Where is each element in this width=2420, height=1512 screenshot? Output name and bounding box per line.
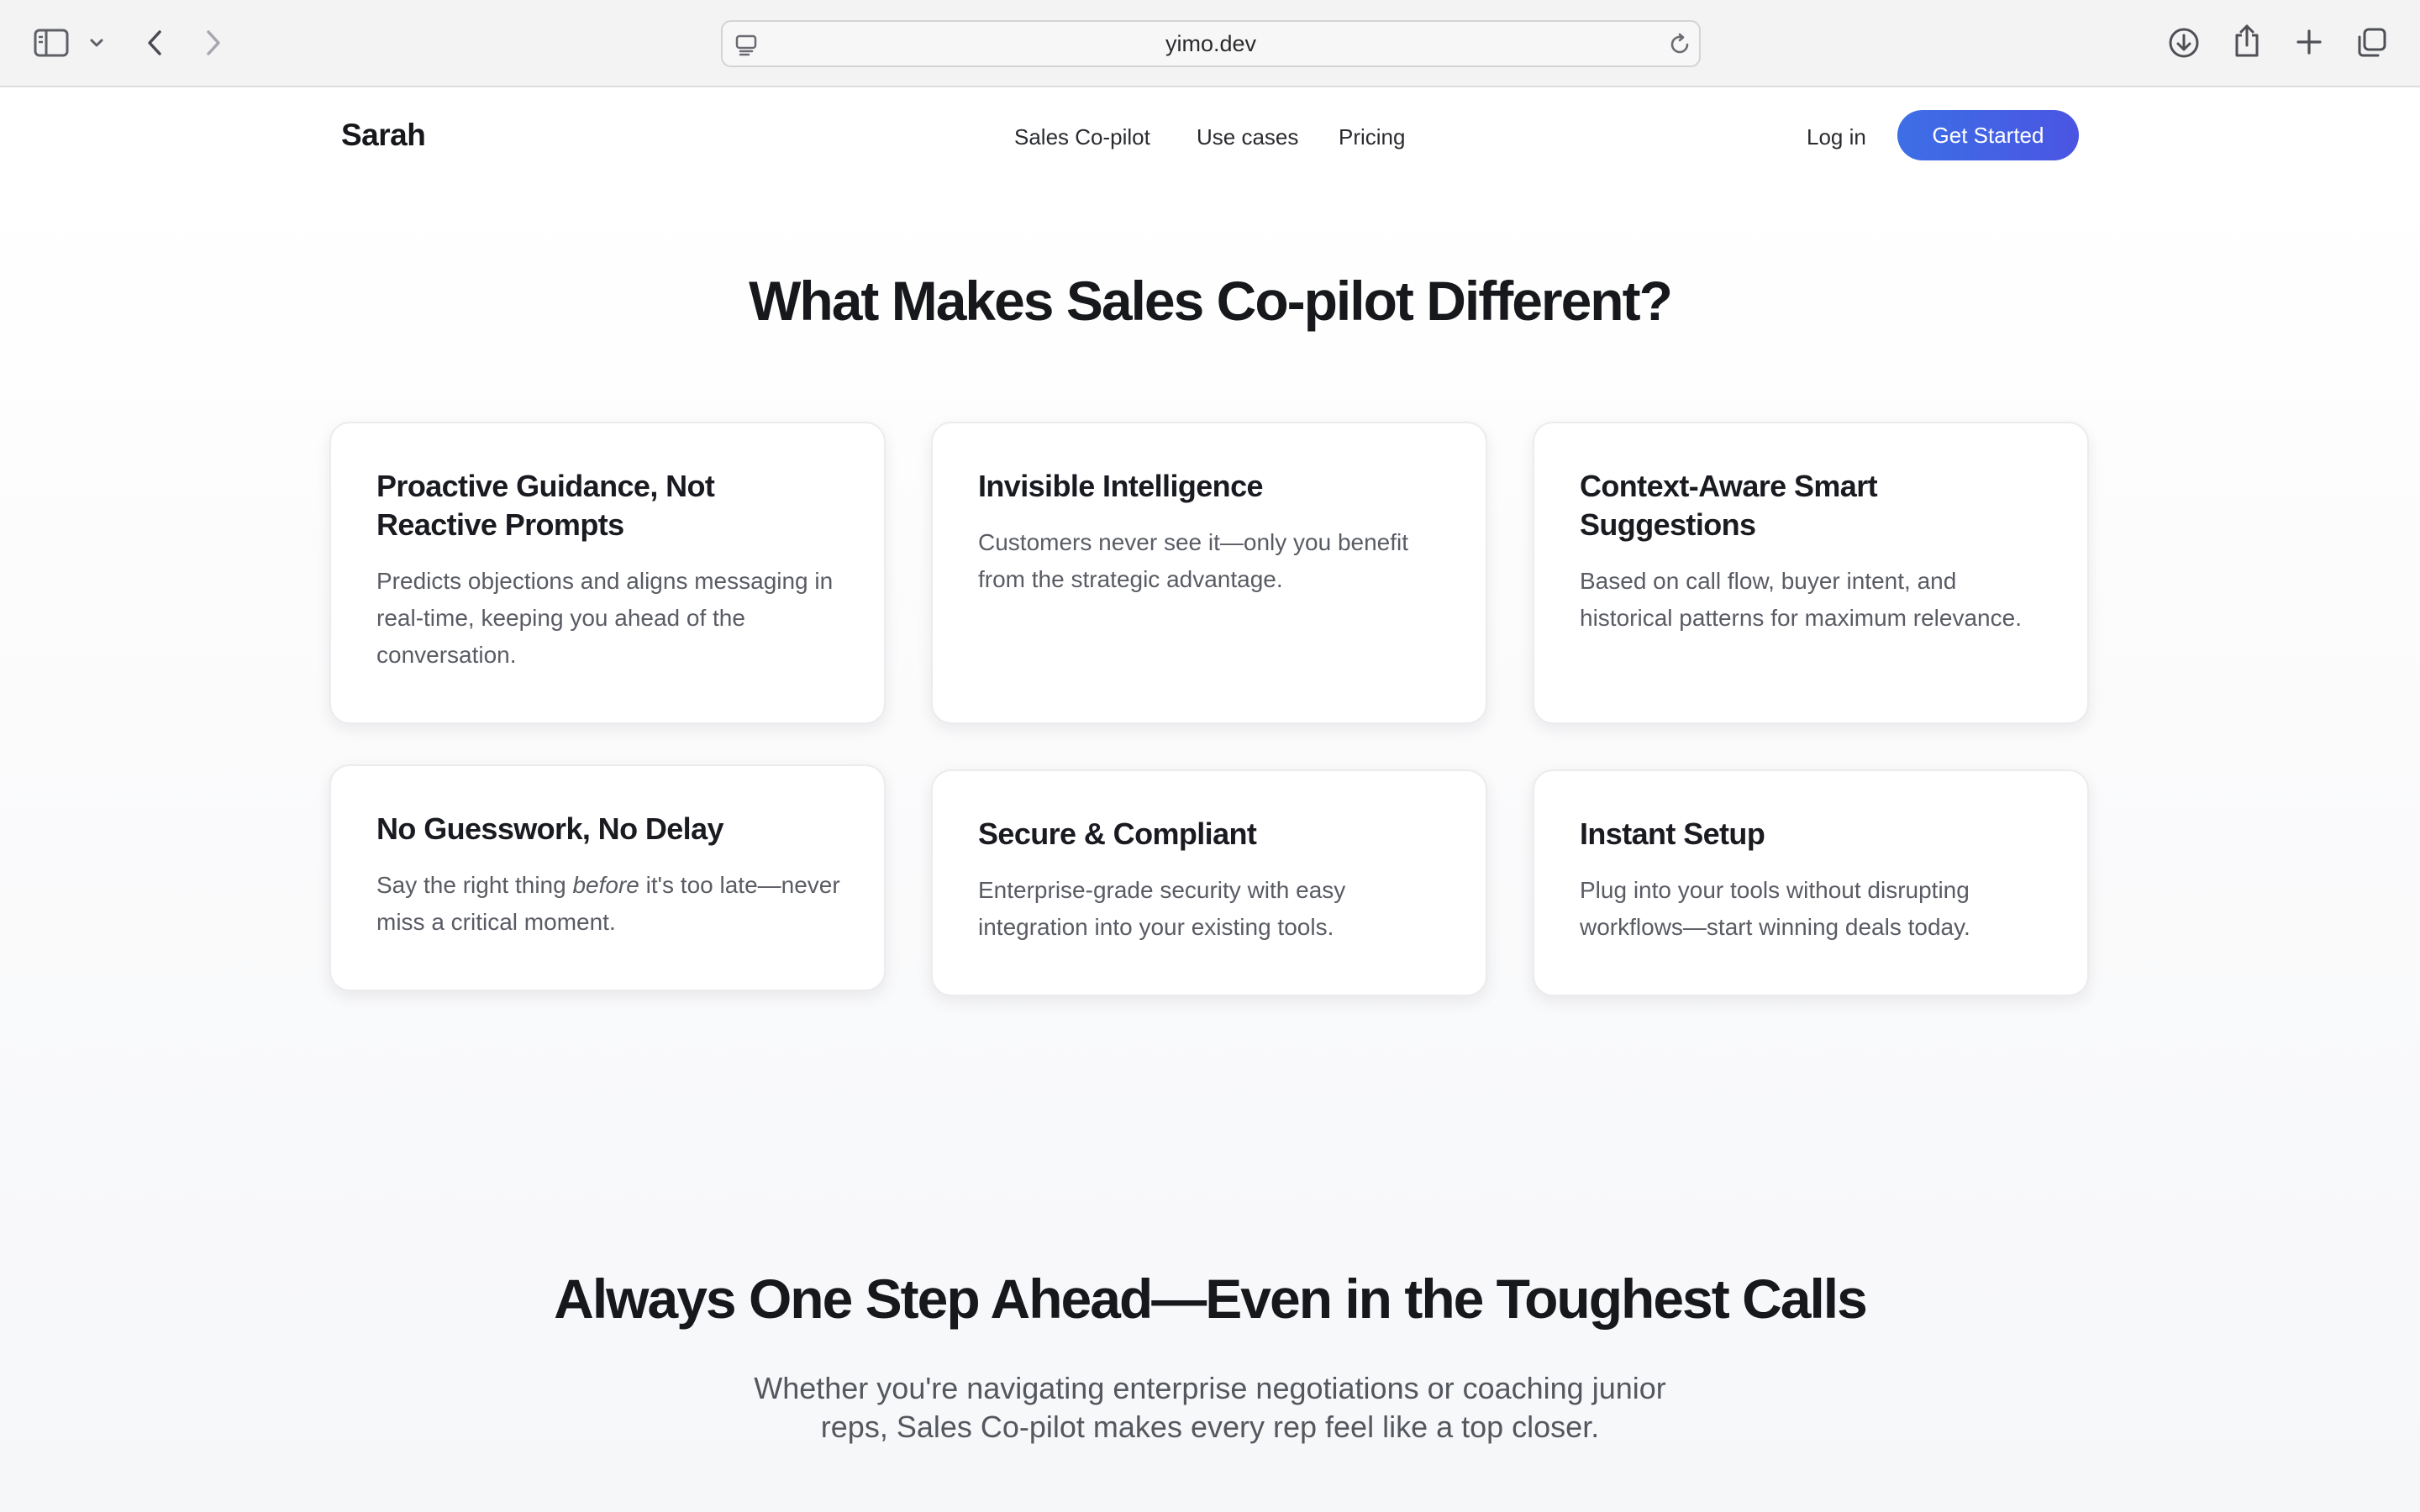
feature-card-body: Predicts objections and aligns messaging…: [376, 568, 834, 668]
feature-card-context-aware: Context-Aware Smart Suggestions Based on…: [1533, 422, 2089, 724]
feature-card-instant-setup: Instant Setup Plug into your tools witho…: [1533, 769, 2089, 996]
tabs-overview-icon[interactable]: [2356, 27, 2388, 59]
brand-logo[interactable]: Sarah: [341, 118, 426, 153]
feature-card-invisible-intelligence: Invisible Intelligence Customers never s…: [931, 422, 1487, 724]
site-header: Sarah Sales Co-pilot Use cases Pricing L…: [0, 89, 2420, 185]
new-tab-plus-icon[interactable]: [2294, 27, 2324, 57]
feature-card-body: Enterprise-grade security with easy inte…: [978, 877, 1346, 940]
feature-card-title: Instant Setup: [1580, 816, 1765, 851]
sidebar-icon[interactable]: [34, 29, 69, 57]
feature-card-body: Plug into your tools without disrupting …: [1580, 877, 1970, 940]
feature-card-body: Say the right thing before it's too late…: [376, 867, 840, 941]
feature-card-no-guesswork: No Guesswork, No Delay Say the right thi…: [329, 764, 886, 991]
feature-card-proactive-guidance: Proactive Guidance, Not Reactive Prompts…: [329, 422, 886, 724]
ahead-heading: Always One Step Ahead—Even in the Toughe…: [554, 1268, 1868, 1330]
reload-icon[interactable]: [1667, 32, 1692, 57]
back-arrow-icon[interactable]: [143, 29, 166, 57]
chevron-down-icon[interactable]: [89, 37, 104, 49]
body-emphasis: before: [572, 872, 639, 898]
feature-card-title: Proactive Guidance, Not Reactive Prompts: [376, 469, 715, 542]
feature-card-title: No Guesswork, No Delay: [376, 811, 724, 846]
nav-pricing[interactable]: Pricing: [1339, 124, 1405, 150]
feature-card-title: Invisible Intelligence: [978, 469, 1264, 503]
nav-sales-copilot[interactable]: Sales Co-pilot: [1014, 124, 1150, 150]
feature-card-secure-compliant: Secure & Compliant Enterprise-grade secu…: [931, 769, 1487, 996]
ahead-subtitle: Whether you're navigating enterprise neg…: [754, 1371, 1666, 1444]
feature-card-title: Context-Aware Smart Suggestions: [1580, 469, 1878, 542]
features-heading: What Makes Sales Co-pilot Different?: [749, 270, 1673, 332]
nav-use-cases[interactable]: Use cases: [1197, 124, 1298, 150]
body-text: Say the right thing: [376, 872, 573, 898]
share-icon[interactable]: [2232, 24, 2262, 59]
feature-card-body: Based on call flow, buyer intent, and hi…: [1580, 568, 2022, 631]
download-icon[interactable]: [2168, 27, 2200, 59]
forward-arrow-icon[interactable]: [202, 29, 225, 57]
feature-card-body: Customers never see it—only you benefit …: [978, 529, 1409, 592]
address-bar[interactable]: yimo.dev: [721, 20, 1701, 67]
browser-toolbar: yimo.dev: [0, 0, 2420, 87]
login-link[interactable]: Log in: [1807, 124, 1866, 150]
feature-card-title: Secure & Compliant: [978, 816, 1257, 851]
get-started-button[interactable]: Get Started: [1897, 110, 2079, 160]
url-text[interactable]: yimo.dev: [723, 22, 1699, 66]
